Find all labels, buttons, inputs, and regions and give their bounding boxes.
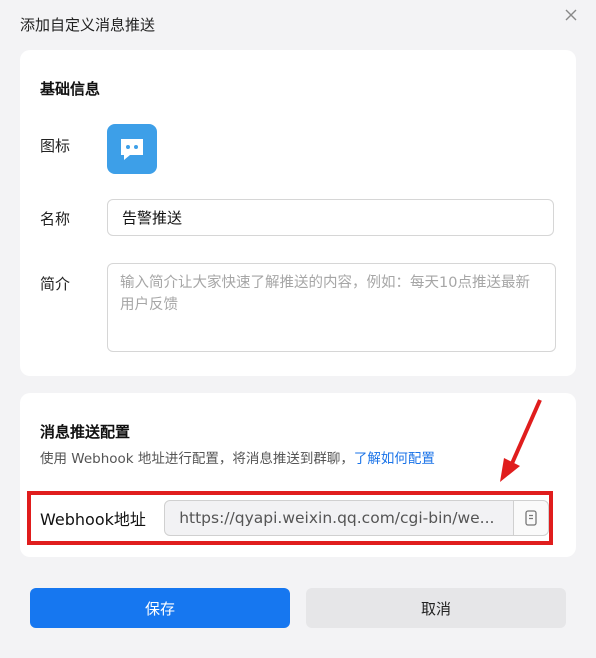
close-icon[interactable] — [562, 6, 580, 24]
webhook-label: Webhook地址 — [40, 510, 146, 529]
icon-label: 图标 — [40, 137, 71, 155]
webhook-url-value: https://qyapi.weixin.qq.com/cgi-bin/we..… — [179, 509, 495, 527]
intro-label: 简介 — [40, 275, 71, 293]
help-link[interactable]: 了解如何配置 — [354, 451, 435, 467]
webhook-url-field[interactable]: https://qyapi.weixin.qq.com/cgi-bin/we..… — [164, 500, 514, 536]
basic-info-card: 基础信息 图标 名称 告警推送 简介 输入简介让大家快速了解推送的内容，例如：每… — [20, 50, 576, 376]
name-label: 名称 — [40, 210, 71, 228]
push-config-title: 消息推送配置 — [40, 423, 131, 441]
annotation-arrow-icon — [500, 399, 542, 482]
name-input[interactable]: 告警推送 — [107, 199, 554, 236]
webhook-highlight-box: Webhook地址 https://qyapi.weixin.qq.com/cg… — [27, 491, 553, 545]
cancel-button[interactable]: 取消 — [306, 588, 566, 628]
chat-bubble-icon[interactable] — [107, 124, 157, 174]
basic-info-title: 基础信息 — [40, 80, 101, 98]
save-button[interactable]: 保存 — [30, 588, 290, 628]
copy-icon[interactable] — [513, 500, 550, 536]
name-input-value: 告警推送 — [122, 209, 183, 227]
intro-placeholder: 输入简介让大家快速了解推送的内容，例如：每天10点推送最新用户反馈 — [120, 275, 530, 313]
dialog-title: 添加自定义消息推送 — [20, 16, 156, 34]
push-description: 使用 Webhook 地址进行配置，将消息推送到群聊，了解如何配置 — [40, 447, 435, 467]
push-description-text: 使用 Webhook 地址进行配置，将消息推送到群聊， — [40, 451, 354, 467]
intro-textarea[interactable]: 输入简介让大家快速了解推送的内容，例如：每天10点推送最新用户反馈 — [107, 263, 556, 352]
